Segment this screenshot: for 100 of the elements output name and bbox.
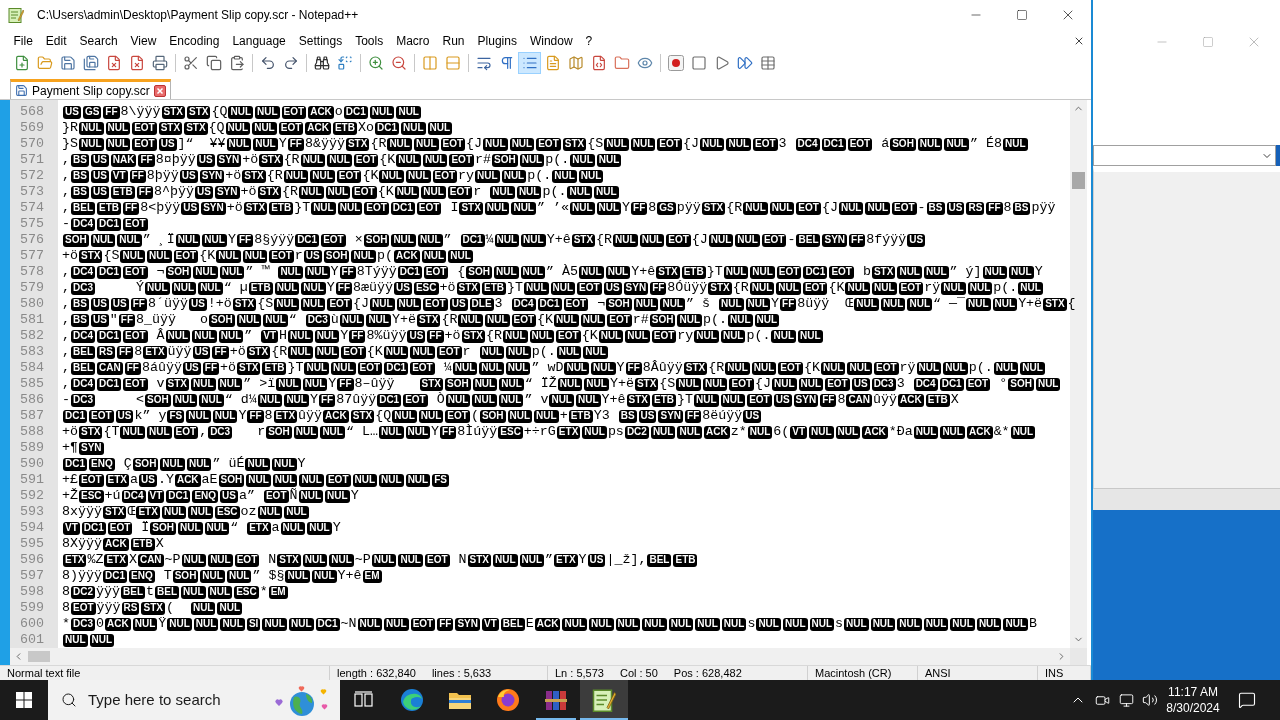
control-code-badge: NUL [272, 473, 298, 487]
control-code-badge: STX [161, 105, 186, 119]
code-text: o [334, 103, 343, 121]
control-code-badge: NUL [503, 329, 528, 343]
menu-item[interactable]: Encoding [162, 31, 226, 50]
control-code-badge: NUL [228, 105, 254, 119]
control-code-badge: NUL [564, 361, 589, 375]
control-code-badge: NUL [754, 313, 780, 327]
code-text: {S [103, 247, 120, 265]
code-text: Xo [357, 119, 374, 137]
menu-item[interactable]: Search [73, 31, 125, 50]
scrollbar-thumb[interactable] [1072, 172, 1085, 189]
menu-item[interactable]: Settings [292, 31, 349, 50]
code-text: r [462, 343, 472, 361]
code-text: , [62, 151, 70, 169]
line-number: 571 [20, 152, 44, 168]
clock-date[interactable]: 8/30/2024 [1166, 700, 1220, 716]
menu-item[interactable]: Window [523, 31, 580, 50]
file-tab[interactable]: Payment Slip copy.scr [10, 79, 171, 99]
control-code-badge: NUL [217, 377, 243, 391]
control-code-badge: NUL [160, 457, 185, 471]
control-code-badge: NUL [509, 137, 535, 151]
menu-item[interactable]: Macro [389, 31, 436, 50]
control-code-badge: NUL [352, 473, 378, 487]
code-text: , [62, 279, 70, 297]
control-code-badge: NUL [236, 313, 262, 327]
control-code-badge: NUL [298, 185, 324, 199]
code-text: ¬ [155, 263, 165, 281]
scrollbar-thumb[interactable] [28, 651, 50, 662]
control-code-badge: ETX [105, 473, 129, 487]
menu-item[interactable]: File [7, 31, 40, 50]
code-text: p(. [527, 167, 552, 185]
menu-item[interactable]: View [124, 31, 163, 50]
list-icon [521, 55, 538, 71]
taskbar-app-button[interactable] [580, 680, 628, 720]
control-code-badge: NUL [519, 553, 545, 567]
control-code-badge: SOH [218, 473, 245, 487]
search-bar[interactable]: Type here to search [48, 680, 340, 720]
search-field[interactable]: Type here to search [88, 688, 248, 712]
code-text: ” ™ [245, 263, 271, 281]
control-code-badge: DC1 [81, 521, 106, 535]
control-code-badge: DC1 [103, 569, 127, 583]
line-number: 575 [20, 216, 44, 232]
network-icon[interactable] [1118, 692, 1134, 708]
dropdown-field[interactable] [1093, 145, 1276, 166]
control-code-badge: RS [121, 601, 140, 615]
code-text: pÿÿ [676, 199, 701, 217]
control-code-badge: NUL [120, 425, 145, 439]
control-code-badge: NUL [242, 249, 268, 263]
code-text: ÿÿÿ [96, 583, 120, 601]
control-code-badge: NUL [519, 153, 545, 167]
control-code-badge: DC3 [305, 313, 330, 327]
control-code-badge: NUL [396, 153, 421, 167]
menu-item[interactable]: Language [225, 31, 293, 50]
code-text: s [747, 615, 756, 633]
code-text: * [259, 583, 268, 601]
control-code-badge: NUL [725, 361, 750, 375]
control-code-badge: ACK [393, 249, 420, 263]
menu-item[interactable]: ? [579, 31, 599, 50]
control-code-badge: NUL [357, 617, 383, 631]
code-text: Y [616, 359, 625, 377]
control-code-badge: EOT [123, 217, 148, 231]
code-text: ry [677, 327, 694, 345]
control-code-badge: NUL [422, 153, 448, 167]
control-code-badge: NUL [339, 313, 365, 327]
code-text: 8_üÿÿ o [136, 311, 208, 328]
control-code-badge: EOT [802, 281, 828, 295]
code-text: ” >ï [243, 375, 276, 393]
menu-item[interactable]: Plugins [471, 31, 524, 50]
control-code-badge: NUL [378, 425, 404, 439]
control-code-badge: EOT [965, 377, 991, 391]
control-code-badge: NUL [650, 425, 676, 439]
menu-item[interactable]: Edit [39, 31, 74, 50]
maximize-icon [1016, 9, 1028, 21]
code-text: p(. [993, 279, 1018, 297]
code-text: 8´üÿÿ [147, 295, 188, 313]
code-text: , [62, 311, 70, 329]
control-code-badge: NUL [331, 361, 356, 375]
control-code-badge: FF [318, 393, 336, 407]
close-icon[interactable] [153, 84, 166, 97]
control-code-badge: NUL [479, 361, 504, 375]
control-code-badge: EOT [173, 425, 199, 439]
control-code-badge: NUL [721, 617, 747, 631]
control-code-badge: NUL [117, 233, 142, 247]
control-code-badge: NUL [387, 137, 412, 151]
notification-icon[interactable] [1237, 691, 1256, 709]
control-code-badge: NUL [1009, 265, 1034, 279]
volume-icon[interactable] [1142, 692, 1158, 708]
menu-item[interactable]: Tools [348, 31, 390, 50]
control-code-badge: NUL [756, 617, 781, 631]
menu-item[interactable]: Run [436, 31, 472, 50]
control-code-badge: BEL [155, 585, 179, 599]
control-code-badge: NUL [181, 553, 207, 567]
control-code-badge: EOT [651, 329, 677, 343]
control-code-badge: NUL [310, 169, 335, 183]
vertical-scrollbar[interactable] [1070, 100, 1087, 648]
code-text: ” $§ [252, 567, 285, 585]
code-text: {R [726, 199, 743, 217]
clock-time[interactable]: 11:17 AM [1168, 684, 1218, 700]
horizontal-scrollbar[interactable] [10, 648, 1070, 665]
